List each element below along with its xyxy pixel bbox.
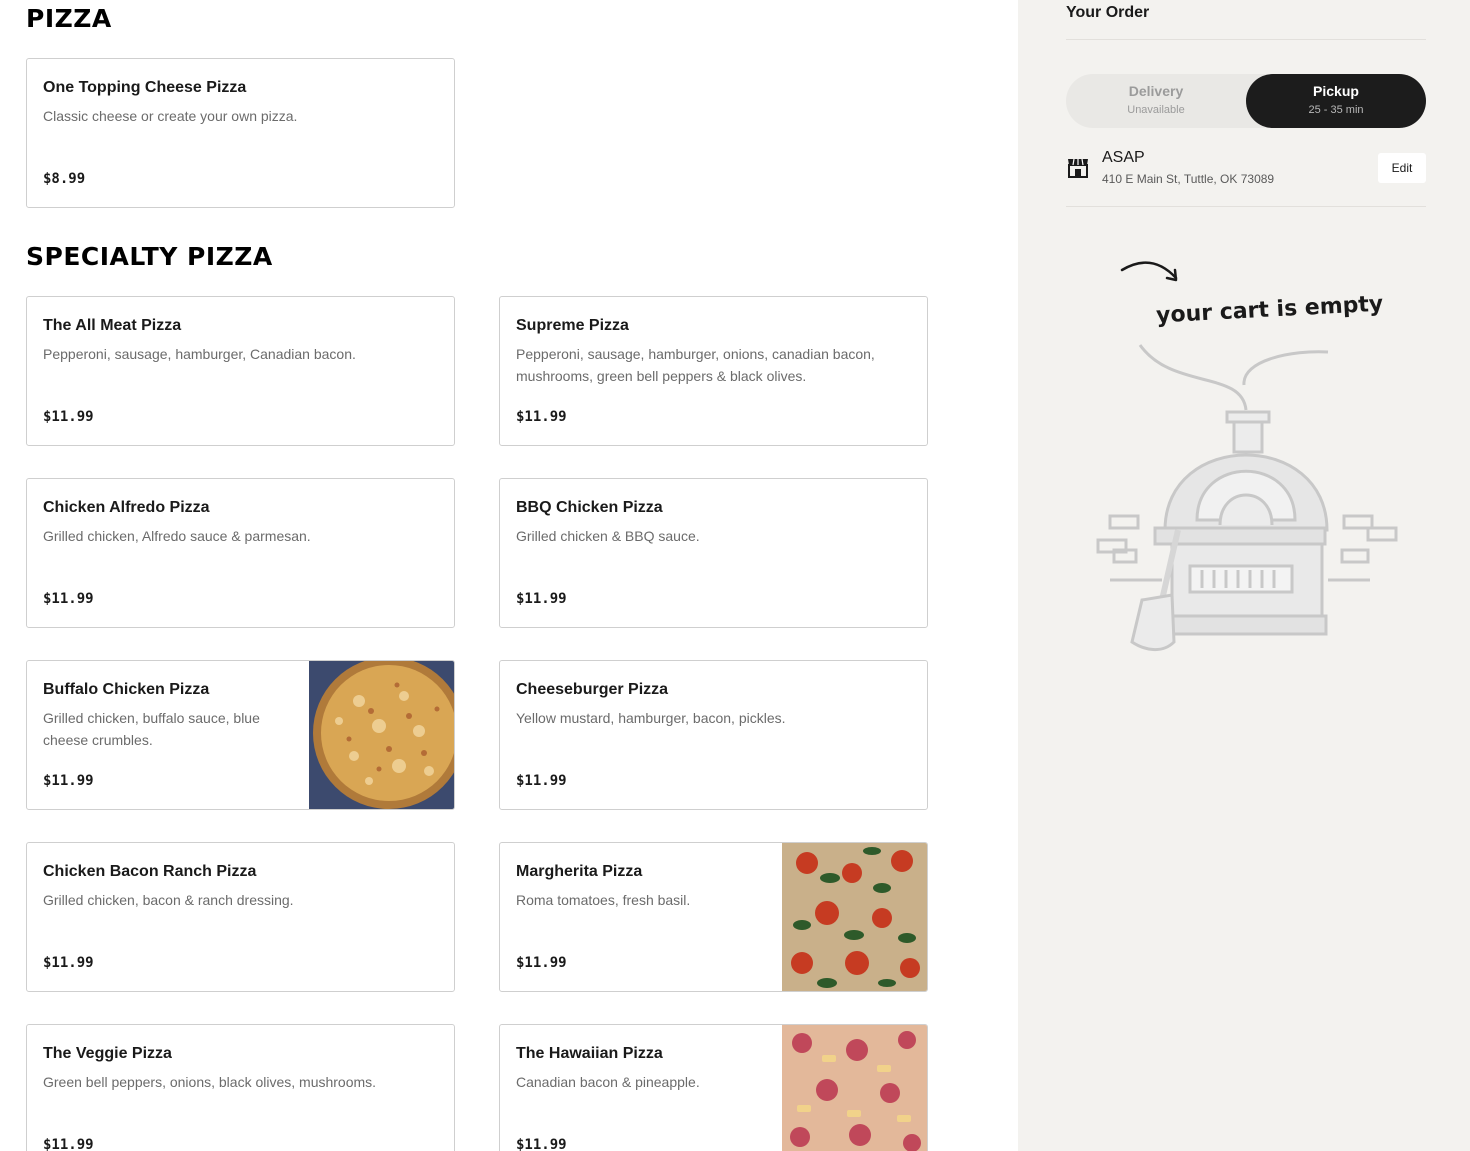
menu-item-description: Pepperoni, sausage, hamburger, onions, c… — [516, 346, 875, 384]
menu-item-name: Margherita Pizza — [516, 863, 643, 880]
menu-item-price: $11.99 — [516, 955, 567, 971]
menu-item-description: Green bell peppers, onions, black olives… — [43, 1074, 377, 1090]
menu-item-description: Pepperoni, sausage, hamburger, Canadian … — [43, 346, 356, 362]
menu-item-price: $11.99 — [43, 1137, 94, 1151]
menu-item-description: Grilled chicken, Alfredo sauce & parmesa… — [43, 528, 311, 544]
menu-item-description: Grilled chicken & BBQ sauce. — [516, 528, 700, 544]
order-sidebar: Your Order Delivery Unavailable Pickup 2… — [1018, 0, 1470, 1151]
menu-item-price: $11.99 — [516, 773, 567, 789]
pizza-oven-illustration — [1096, 344, 1398, 651]
menu-item-name: The Hawaiian Pizza — [516, 1045, 663, 1062]
menu-item-card[interactable]: Margherita Pizza Roma tomatoes, fresh ba… — [499, 842, 928, 992]
menu-item-card[interactable]: Chicken Bacon Ranch Pizza Grilled chicke… — [26, 842, 455, 992]
menu-item-name: The All Meat Pizza — [43, 317, 182, 334]
menu-item-price: $8.99 — [43, 171, 86, 187]
menu-item-card[interactable]: The Veggie Pizza Green bell peppers, oni… — [26, 1024, 455, 1151]
menu-item-name: One Topping Cheese Pizza — [43, 79, 247, 96]
menu-item-card[interactable]: Chicken Alfredo Pizza Grilled chicken, A… — [26, 478, 455, 628]
menu-item-card[interactable]: Cheeseburger Pizza Yellow mustard, hambu… — [499, 660, 928, 810]
menu-item-price: $11.99 — [43, 955, 94, 971]
menu-item-description: Roma tomatoes, fresh basil. — [516, 892, 691, 908]
pickup-label: Pickup — [1313, 83, 1359, 99]
fulfillment-toggle: Delivery Unavailable Pickup 25 - 35 min — [1066, 74, 1426, 128]
menu-item-name: Chicken Alfredo Pizza — [43, 499, 210, 516]
menu-item-card[interactable]: Buffalo Chicken Pizza Grilled chicken, b… — [26, 660, 455, 810]
pickup-time-label: ASAP — [1102, 149, 1145, 166]
menu-item-price: $11.99 — [43, 409, 94, 425]
pickup-time: 25 - 35 min — [1308, 104, 1364, 116]
menu-item-card[interactable]: The Hawaiian Pizza Canadian bacon & pine… — [499, 1024, 928, 1151]
empty-cart-illustration: your cart is empty — [1096, 261, 1398, 651]
pickup-option[interactable]: Pickup 25 - 35 min — [1246, 74, 1426, 128]
menu-item-name: Chicken Bacon Ranch Pizza — [43, 863, 257, 880]
menu-item-description: Yellow mustard, hamburger, bacon, pickle… — [516, 710, 786, 726]
menu-item-card[interactable]: One Topping Cheese Pizza Classic cheese … — [26, 58, 455, 208]
delivery-option[interactable]: Delivery Unavailable — [1066, 74, 1246, 128]
menu-item-description: Grilled chicken, buffalo sauce, blue che… — [43, 710, 260, 748]
margherita-pizza-photo — [782, 843, 927, 991]
menu-item-name: Buffalo Chicken Pizza — [43, 681, 210, 698]
order-title: Your Order — [1066, 4, 1150, 21]
section-title-specialty-pizza: SPECIALTY PIZZA — [26, 242, 273, 271]
hawaiian-pizza-photo — [782, 1025, 927, 1151]
menu-item-name: Supreme Pizza — [516, 317, 629, 334]
menu-item-price: $11.99 — [516, 1137, 567, 1151]
divider — [1066, 39, 1426, 40]
menu-item-name: BBQ Chicken Pizza — [516, 499, 663, 516]
menu-panel: PIZZA One Topping Cheese Pizza Classic c… — [0, 0, 1018, 1151]
menu-item-name: Cheeseburger Pizza — [516, 681, 669, 698]
menu-item-price: $11.99 — [43, 773, 94, 789]
menu-item-price: $11.99 — [43, 591, 94, 607]
menu-item-card[interactable]: BBQ Chicken Pizza Grilled chicken & BBQ … — [499, 478, 928, 628]
delivery-label: Delivery — [1128, 83, 1184, 99]
menu-item-description: Canadian bacon & pineapple. — [516, 1074, 700, 1090]
menu-item-card[interactable]: The All Meat Pizza Pepperoni, sausage, h… — [26, 296, 455, 446]
delivery-status: Unavailable — [1127, 104, 1185, 116]
menu-item-description: Grilled chicken, bacon & ranch dressing. — [43, 892, 294, 908]
edit-button[interactable]: Edit — [1378, 153, 1426, 183]
empty-cart-text: your cart is empty — [1156, 292, 1384, 329]
menu-item-price: $11.99 — [516, 591, 567, 607]
buffalo-chicken-pizza-photo — [309, 661, 454, 809]
menu-item-description: Classic cheese or create your own pizza. — [43, 108, 298, 124]
curved-arrow-icon — [1120, 261, 1178, 282]
store-address: 410 E Main St, Tuttle, OK 73089 — [1102, 172, 1275, 186]
menu-item-name: The Veggie Pizza — [43, 1045, 172, 1062]
menu-item-card[interactable]: Supreme Pizza Pepperoni, sausage, hambur… — [499, 296, 928, 446]
section-title-pizza: PIZZA — [26, 4, 112, 33]
menu-item-price: $11.99 — [516, 409, 567, 425]
divider — [1066, 206, 1426, 207]
store-icon — [1068, 158, 1088, 178]
